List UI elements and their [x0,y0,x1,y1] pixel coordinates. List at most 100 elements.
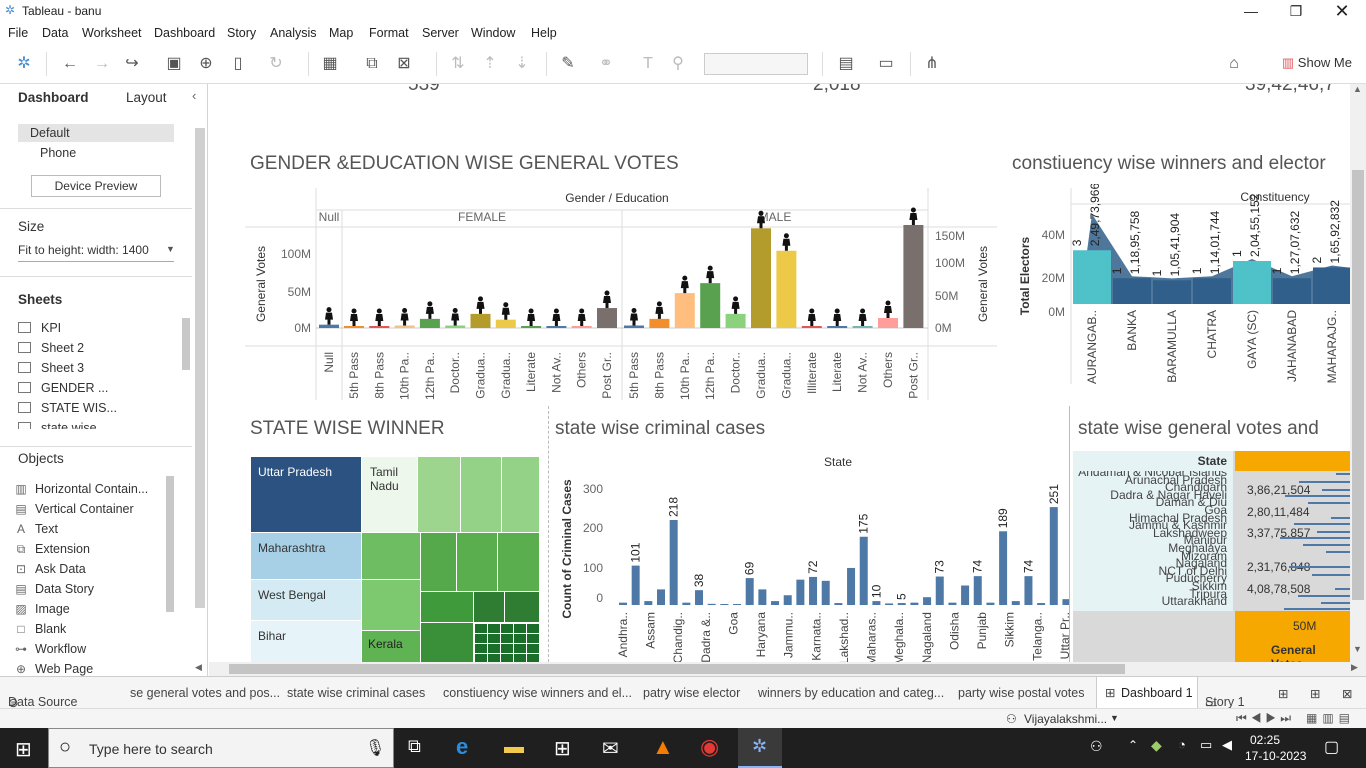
treemap-cell[interactable] [498,533,539,591]
menu-story[interactable]: Story [227,26,256,40]
security-icon[interactable]: ◆ [1151,737,1162,754]
treemap-cell[interactable] [461,457,501,532]
pause-updates-icon[interactable]: ▯ [228,55,248,73]
notification-icon[interactable]: ▢ [1324,737,1339,757]
treemap-cell[interactable] [474,623,539,662]
treemap-cell[interactable] [418,457,460,532]
menu-dashboard[interactable]: Dashboard [154,26,215,40]
treemap-cell[interactable] [474,592,504,622]
tab-view-icons[interactable]: ▦▥▤ [1306,711,1355,725]
tab-criminal-cases[interactable]: state wise criminal cases [287,686,425,700]
close-icon[interactable]: ✕ [1319,0,1365,22]
taskbar-search[interactable]: ○ Type here to search 🎙 [48,728,394,768]
treemap-cell[interactable] [421,533,456,591]
scroll-left-icon[interactable]: ◀ [195,662,202,673]
scroll-right-icon[interactable]: ▶ [1351,662,1358,673]
label-icon[interactable]: T [638,55,658,73]
new-worksheet-icon[interactable]: ▦ [320,55,340,73]
minimize-icon[interactable]: — [1228,0,1274,22]
pane-scrollbar[interactable] [195,128,205,608]
refresh-icon[interactable]: ↻ [266,55,286,73]
menu-window[interactable]: Window [471,26,515,40]
restore-icon[interactable]: ❐ [1273,0,1319,22]
task-view-icon[interactable]: ⧉ [408,736,421,757]
size-dropdown[interactable]: Fit to height: width: 1400 [18,243,149,257]
menu-worksheet[interactable]: Worksheet [82,26,142,40]
volume-icon[interactable]: ◀ [1222,737,1232,753]
device-phone[interactable]: Phone [40,146,76,160]
duplicate-icon[interactable]: ⧉ [362,55,382,73]
new-datasource-icon[interactable]: ⊕ [196,55,216,73]
battery-icon[interactable]: ▭ [1200,737,1212,753]
size-chevron-down-icon[interactable]: ▼ [166,244,175,254]
treemap-cell[interactable] [502,457,539,532]
sheet-item-sheet2[interactable]: Sheet 2 [18,341,84,355]
scroll-thumb[interactable] [1352,170,1364,600]
tab-navigation-icons[interactable]: ⏮◀▶⏭ [1236,711,1295,726]
save-icon[interactable]: ▣ [164,55,184,73]
treemap-cell-tamil-nadu[interactable]: Tamil Nadu [362,457,417,532]
scroll-down-icon[interactable]: ▼ [1353,644,1362,654]
treemap-cell[interactable] [421,623,473,662]
object-vertical-container[interactable]: ▤ Vertical Container [14,502,133,516]
object-blank[interactable]: □ Blank [14,622,66,636]
treemap-cell[interactable] [421,592,473,622]
forward-icon[interactable]: → [92,55,112,73]
clear-icon[interactable]: ⊠ [394,55,414,73]
sheet-item-state-wise[interactable]: STATE WIS... [18,401,117,415]
tab-dashboard-1[interactable]: ⊞ Dashboard 1 [1096,677,1198,708]
treemap-cell[interactable] [362,580,420,630]
new-story-tab-icon[interactable]: ⊠ [1342,686,1352,701]
windows-start-icon[interactable]: ⊞ [15,737,32,762]
tab-general-votes[interactable]: se general votes and pos... [130,686,280,700]
menu-data[interactable]: Data [42,26,68,40]
swap-icon[interactable]: ⇅ [448,55,468,73]
new-worksheet-tab-icon[interactable]: ⊞ [1278,686,1288,701]
file-explorer-icon[interactable]: ▬ [504,736,524,759]
chrome-icon[interactable]: ◉ [700,734,719,760]
object-web-page[interactable]: ⊕ Web Page [14,662,93,676]
treemap-cell-maharashtra[interactable]: Maharashtra [251,533,361,579]
tableau-logo-icon[interactable]: ✲ [14,55,34,73]
treemap-cell-bihar[interactable]: Bihar [251,621,361,662]
microphone-icon[interactable]: 🎙 [365,738,385,758]
tableau-taskbar-button[interactable]: ✲ [738,728,782,768]
scroll-up-icon[interactable]: ▲ [1353,84,1362,94]
object-horizontal-container[interactable]: ▥ Horizontal Contain... [14,482,148,496]
sort-asc-icon[interactable]: ⇡ [480,55,500,73]
clock-time[interactable]: 02:25 [1250,733,1280,747]
sheet-item-gender[interactable]: GENDER ... [18,381,108,395]
object-ask-data[interactable]: ⊡ Ask Data [14,562,86,576]
tab-winners-education[interactable]: winners by education and categ... [758,686,944,700]
object-image[interactable]: ▨ Image [14,602,69,616]
menu-format[interactable]: Format [369,26,409,40]
share-icon[interactable]: ⋔ [922,55,942,73]
sort-desc-icon[interactable]: ⇣ [512,55,532,73]
object-text[interactable]: A Text [14,522,58,536]
people-icon[interactable]: ⚇ [1090,738,1103,755]
show-me-button[interactable]: ▥ Show Me [1282,55,1352,71]
new-dashboard-tab-icon[interactable]: ⊞ [1310,686,1320,701]
sheet-item-state-wise-2[interactable]: state wise ... [18,421,110,429]
scroll-thumb[interactable] [229,664,1125,674]
chevron-up-icon[interactable]: ⌃ [1128,738,1138,752]
presentation-icon[interactable]: ▭ [876,55,896,73]
treemap-cell[interactable] [457,533,497,591]
sheet-item-kpi[interactable]: KPI [18,321,61,335]
object-data-story[interactable]: ▤ Data Story [14,582,94,596]
treemap-cell[interactable] [362,533,420,579]
sheet-item-sheet3[interactable]: Sheet 3 [18,361,84,375]
format-painter-icon[interactable]: ⌂ [1224,55,1244,73]
fit-dropdown[interactable] [704,53,808,75]
clock-date[interactable]: 17-10-2023 [1245,749,1306,763]
wifi-icon[interactable]: ◔ [1178,737,1186,752]
store-icon[interactable]: ⊞ [554,736,571,761]
menu-map[interactable]: Map [329,26,353,40]
highlight-icon[interactable]: ✎ [558,55,578,73]
treemap-cell-west-bengal[interactable]: West Bengal [251,580,361,620]
canvas-vertical-scrollbar[interactable]: ▲ ▼ [1350,84,1366,662]
tab-layout[interactable]: Layout [126,90,167,105]
device-default[interactable]: Default [18,124,174,142]
user-name[interactable]: Vijayalakshmi... [1024,712,1107,726]
treemap-cell[interactable] [505,592,539,622]
